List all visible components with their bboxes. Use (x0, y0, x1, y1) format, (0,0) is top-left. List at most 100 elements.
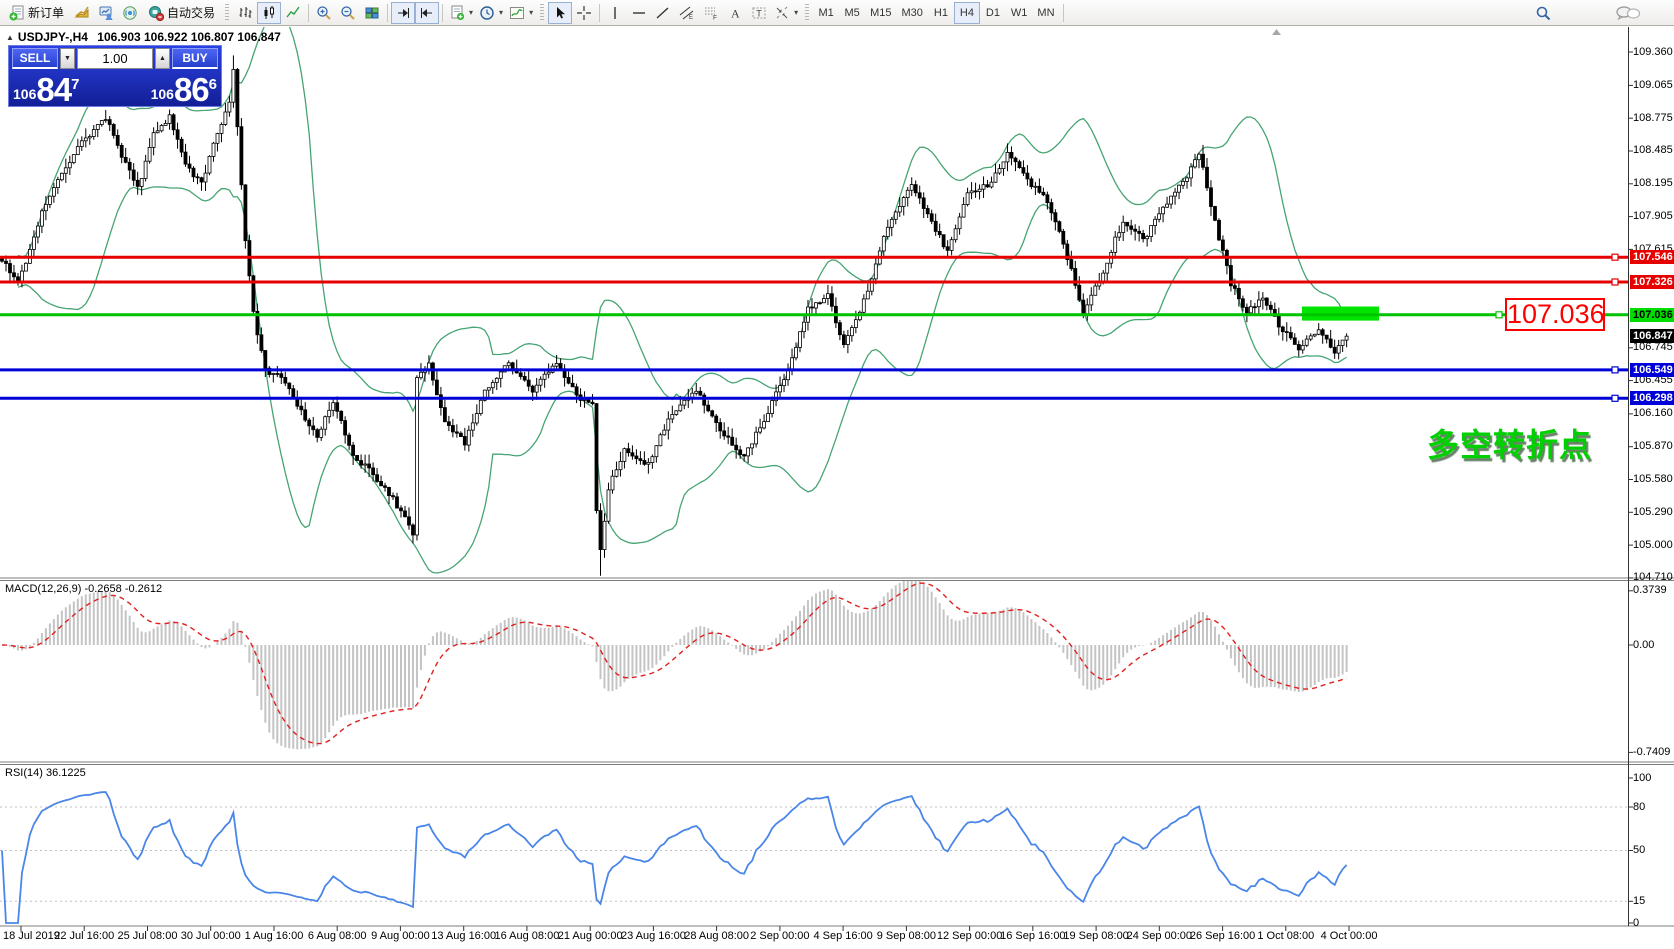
new-chart-button[interactable] (70, 2, 94, 24)
sell-price-big: 84 (36, 73, 71, 106)
buy-button[interactable]: BUY (172, 48, 218, 69)
buy-price-sup: 6 (209, 76, 217, 93)
rsi-axis-label: 80 (1633, 801, 1645, 813)
timeframe-h1[interactable]: H1 (928, 2, 954, 24)
autotrade-button[interactable]: 自动交易 (142, 2, 221, 24)
timeframe-h4[interactable]: H4 (954, 2, 980, 24)
chat-bubbles-icon (1615, 5, 1641, 22)
toolbar-grip (225, 4, 229, 22)
sell-price[interactable]: 106847 (13, 73, 79, 106)
timeframe-mn[interactable]: MN (1032, 2, 1059, 24)
chart-canvas[interactable] (0, 0, 1674, 949)
price-callout-box[interactable]: 107.036 (1505, 298, 1605, 331)
time-axis-label: 13 Aug 16:00 (431, 930, 496, 942)
new-template-button[interactable]: ▾ (446, 2, 476, 24)
price-axis-label: 105.580 (1633, 473, 1673, 485)
arrows-shapes-icon (774, 5, 790, 21)
toolbar-separator (442, 4, 443, 22)
price-axis-label: 105.290 (1633, 506, 1673, 518)
rsi-axis-label: 0 (1633, 917, 1639, 929)
period-clock-button[interactable]: ▾ (476, 2, 506, 24)
volume-increase-button[interactable]: ▲ (155, 48, 170, 69)
bar-chart-button[interactable] (233, 2, 257, 24)
price-tag-red: 107.326 (1630, 275, 1674, 289)
trendline-button[interactable] (651, 2, 675, 24)
time-axis-label: 4 Sep 16:00 (813, 930, 872, 942)
fibonacci-icon: F (703, 5, 719, 21)
chart-shift-button[interactable] (415, 2, 439, 24)
timeframe-bar: M1M5M15M30H1H4D1W1MN (813, 2, 1059, 24)
zoom-out-button[interactable] (336, 2, 360, 24)
timeframe-w1[interactable]: W1 (1006, 2, 1033, 24)
toolbar-separator (308, 4, 309, 22)
sell-button[interactable]: SELL (12, 48, 58, 69)
timeframe-m30[interactable]: M30 (897, 2, 928, 24)
time-axis-label: 12 Sep 00:00 (937, 930, 1002, 942)
timeframe-d1[interactable]: D1 (980, 2, 1006, 24)
time-axis-label: 19 Sep 08:00 (1063, 930, 1128, 942)
svg-text:A: A (731, 6, 740, 20)
timeframe-m1[interactable]: M1 (813, 2, 839, 24)
timeframe-m5[interactable]: M5 (839, 2, 865, 24)
broadcast-icon (122, 5, 138, 21)
text-button[interactable]: A (723, 2, 747, 24)
bid-price-tag: 106.847 (1630, 329, 1674, 343)
market-watch-icon (98, 5, 114, 21)
line-chart-button[interactable] (281, 2, 305, 24)
price-axis-label: 109.360 (1633, 46, 1673, 58)
volume-decrease-button[interactable]: ▼ (60, 48, 75, 69)
price-axis-label: 108.775 (1633, 112, 1673, 124)
buy-price[interactable]: 106866 (151, 73, 217, 106)
cursor-button[interactable] (548, 2, 572, 24)
tile-windows-button[interactable] (360, 2, 384, 24)
text-a-icon: A (727, 5, 743, 21)
new-chart-icon (74, 5, 90, 21)
equidistant-channel-button[interactable]: E (675, 2, 699, 24)
line-chart-icon (285, 5, 301, 21)
horizontal-line-button[interactable] (627, 2, 651, 24)
crosshair-button[interactable] (572, 2, 596, 24)
sell-price-prefix: 106 (13, 86, 36, 102)
price-axis-label: 107.905 (1633, 210, 1673, 222)
timeframe-m15[interactable]: M15 (865, 2, 896, 24)
price-tag-blue: 106.298 (1630, 391, 1674, 405)
price-axis-label: 106.160 (1633, 407, 1673, 419)
new-order-label: 新订单 (28, 4, 64, 21)
fibonacci-button[interactable]: F (699, 2, 723, 24)
autotrade-icon (148, 5, 164, 21)
text-label-icon: T (751, 5, 767, 21)
time-axis-label: 9 Aug 00:00 (371, 930, 430, 942)
market-watch-button[interactable] (94, 2, 118, 24)
price-axis-label: 105.870 (1633, 440, 1673, 452)
collapse-icon[interactable]: ▲ (6, 33, 14, 42)
new-order-button[interactable]: 新订单 (3, 2, 70, 24)
candlestick-chart-icon (261, 5, 277, 21)
macd-label: MACD(12,26,9) -0.2658 -0.2612 (5, 583, 162, 595)
search-button[interactable] (1531, 2, 1555, 24)
vertical-line-button[interactable] (603, 2, 627, 24)
svg-text:T: T (756, 8, 762, 18)
dropdown-arrow-icon: ▾ (794, 8, 798, 17)
annotation-text[interactable]: 多空转折点 (1427, 420, 1592, 466)
price-axis-label: 105.000 (1633, 539, 1673, 551)
rsi-axis-label: 50 (1633, 844, 1645, 856)
auto-scroll-button[interactable] (391, 2, 415, 24)
broadcast-button[interactable] (118, 2, 142, 24)
auto-scroll-icon (395, 5, 411, 21)
chat-button[interactable] (1612, 2, 1644, 24)
indicators-button[interactable]: ▾ (506, 2, 536, 24)
time-axis-label: 28 Aug 08:00 (684, 930, 749, 942)
price-axis-label: 108.195 (1633, 177, 1673, 189)
candlestick-chart-button[interactable] (257, 2, 281, 24)
vertical-line-icon (607, 5, 623, 21)
svg-text:E: E (689, 15, 693, 21)
arrows-button[interactable]: ▾ (771, 2, 801, 24)
bar-chart-icon (237, 5, 253, 21)
trendline-icon (655, 5, 671, 21)
time-axis-label: 4 Oct 00:00 (1321, 930, 1378, 942)
svg-text:F: F (713, 14, 717, 21)
search-icon (1535, 5, 1552, 22)
volume-input[interactable]: 1.00 (77, 48, 153, 69)
text-label-button[interactable]: T (747, 2, 771, 24)
zoom-in-button[interactable] (312, 2, 336, 24)
